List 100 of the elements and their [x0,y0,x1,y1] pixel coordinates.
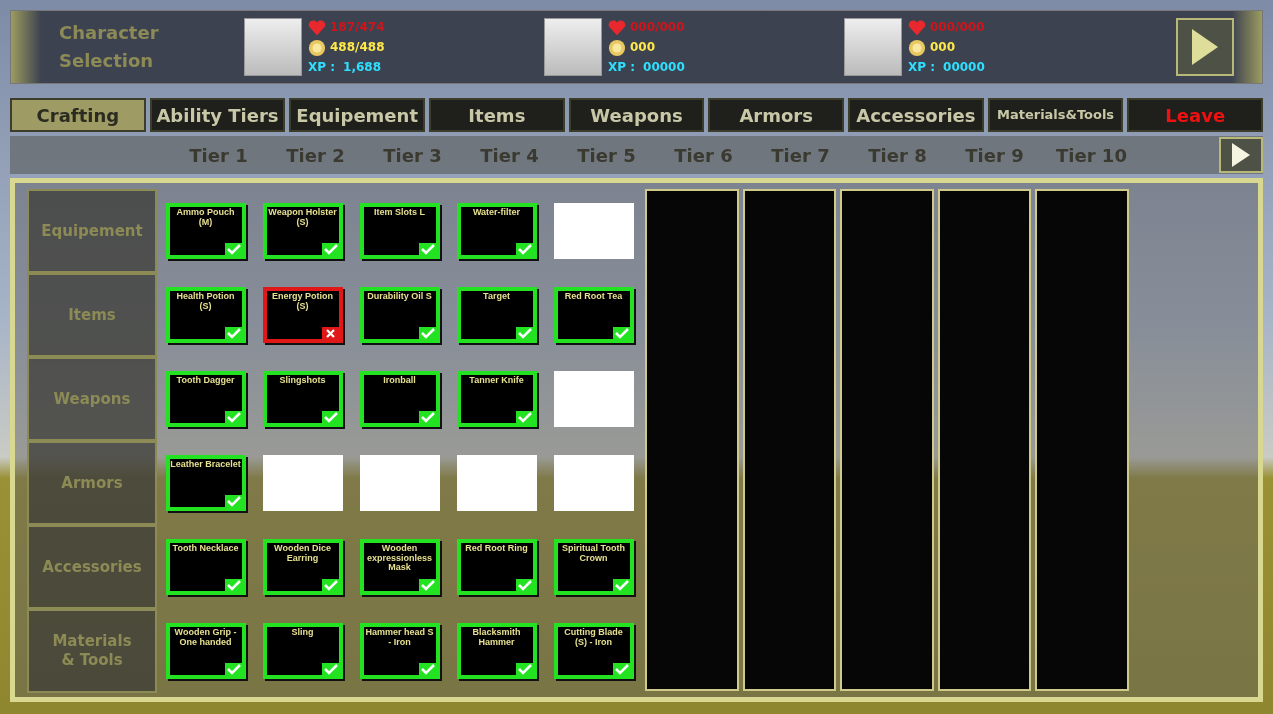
recipe-name: Tooth Necklace [171,544,240,554]
recipe-name: Sling [290,628,315,638]
recipe-slot[interactable]: Tooth Dagger [165,371,246,427]
recipe-name: Tanner Knife [468,376,525,386]
play-icon [1190,27,1220,67]
play-icon [1231,142,1251,168]
character-portrait[interactable] [544,18,602,76]
check-icon [323,412,338,423]
recipe-slot[interactable]: Blacksmith Hammer [456,623,537,679]
recipe-slot[interactable]: Item Slots L [359,203,440,259]
xp-value: 00000 [943,59,985,76]
xp-label: XP : [908,59,936,76]
coin-icon [908,38,926,57]
recipe-name: Red Root Ring [464,544,529,554]
recipe-slot[interactable]: Tooth Necklace [165,539,246,595]
recipe-slot[interactable]: Leather Bracelet [165,455,246,511]
tab[interactable]: Leave [1127,98,1264,132]
recipe-name: Item Slots L [373,208,426,218]
xp-value: 1,688 [343,59,381,76]
check-icon [226,496,241,507]
tab[interactable]: Materials&Tools [987,98,1124,132]
hp-value: 000/000 [630,20,685,34]
recipe-slot[interactable]: Health Potion (S) [165,287,246,343]
check-icon [517,412,532,423]
tab[interactable]: Armors [708,98,845,132]
xp-label: XP : [608,59,636,76]
recipe-slot[interactable]: Weapon Holster (S) [262,203,343,259]
recipe-slot[interactable]: Water-filter [456,203,537,259]
recipe-name: Durability Oil S [366,292,433,302]
heart-icon [308,18,326,37]
recipe-slot[interactable]: Slingshots [262,371,343,427]
recipe-slot[interactable]: Wooden Grip - One handed [165,623,246,679]
check-icon [226,664,241,675]
coin-value: 488/488 [330,40,385,54]
tier-label: Tier 7 [770,143,831,168]
tier-label: Tier 3 [382,143,443,168]
recipe-slot[interactable]: Cutting Blade (S) - Iron [553,623,634,679]
character-portrait[interactable] [244,18,302,76]
tab[interactable]: Equipement [289,98,425,132]
character-portrait[interactable] [844,18,902,76]
recipe-name: Blacksmith Hammer [471,628,522,647]
tab[interactable]: Ability Tiers [149,98,286,132]
check-icon [323,580,338,591]
recipe-name: Leather Bracelet [169,460,242,470]
tab[interactable]: Crafting [10,98,146,132]
character-selection-title: Character Selection [59,21,160,73]
recipe-name: Wooden Dice Earring [273,544,332,563]
check-icon [420,412,435,423]
heart-icon [908,18,926,37]
recipe-slot[interactable]: Red Root Ring [456,539,537,595]
recipe-slot[interactable]: Tanner Knife [456,371,537,427]
check-icon [226,328,241,339]
check-icon [226,580,241,591]
next-button[interactable] [1176,18,1234,76]
tier-label: Tier 5 [576,143,637,168]
recipe-slot[interactable]: Wooden Dice Earring [262,539,343,595]
check-icon [517,664,532,675]
recipe-name: Ammo Pouch (M) [175,208,236,227]
recipe-name: Wooden expressionless Mask [365,544,433,573]
check-icon [226,412,241,423]
recipe-name: Target [482,292,511,302]
tier-label: Tier 6 [673,143,734,168]
recipe-slot[interactable]: Energy Potion (S) [262,287,343,343]
coin-value: 000 [930,40,956,54]
tier-label: Tier 8 [867,143,928,168]
check-icon [420,664,435,675]
recipe-slot[interactable]: Spiritual Tooth Crown [553,539,634,595]
tier-label: Tier 9 [964,143,1025,168]
recipe-slot[interactable]: Ammo Pouch (M) [165,203,246,259]
coin-icon [308,38,326,57]
recipe-name: Wooden Grip - One handed [173,628,238,647]
recipe-name: Slingshots [278,376,327,386]
tier-label: Tier 4 [479,143,540,168]
xp-value: 00000 [643,59,685,76]
recipe-name: Health Potion (S) [175,292,236,311]
coin-value: 000 [630,40,656,54]
tab[interactable]: Weapons [568,98,705,132]
recipe-slot[interactable]: Wooden expressionless Mask [359,539,440,595]
check-icon [614,580,629,591]
check-icon [323,664,338,675]
recipe-name: Hammer head S - Iron [364,628,435,647]
recipe-slot[interactable]: Hammer head S - Iron [359,623,440,679]
check-icon [614,664,629,675]
xp-label: XP : [308,59,336,76]
check-icon [420,328,435,339]
tab[interactable]: Accessories [848,98,984,132]
recipe-slot[interactable]: Red Root Tea [553,287,634,343]
recipe-slot[interactable]: Target [456,287,537,343]
recipe-slot[interactable]: Sling [262,623,343,679]
next-tier-button[interactable] [1219,137,1263,173]
hp-value: 000/000 [930,20,985,34]
check-icon [226,244,241,255]
check-icon [517,244,532,255]
tab[interactable]: Items [429,98,565,132]
recipe-name: Energy Potion (S) [271,292,334,311]
recipe-slot[interactable]: Ironball [359,371,440,427]
recipe-name: Tooth Dagger [175,376,236,386]
tier-label: Tier 10 [1055,143,1128,168]
recipe-slot[interactable]: Durability Oil S [359,287,440,343]
cross-icon [326,329,335,338]
